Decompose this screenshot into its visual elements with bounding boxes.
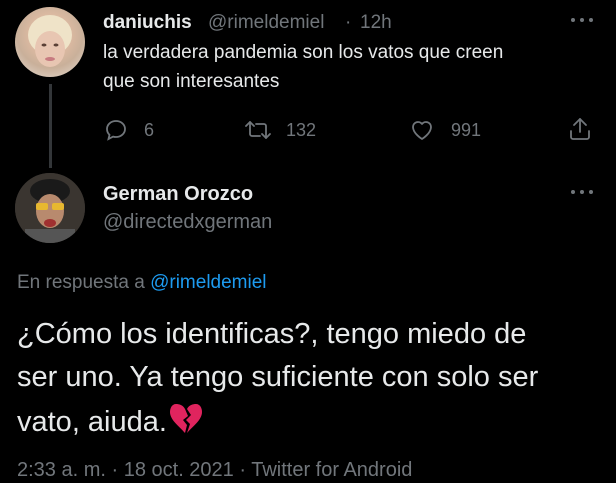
main-text-line1: ¿Cómo los identificas?, tengo miedo de — [17, 318, 527, 350]
reply-to-link[interactable]: @rimeldemiel — [150, 272, 266, 293]
thread-line — [49, 84, 52, 168]
retweet-icon[interactable] — [244, 118, 272, 142]
main-avatar[interactable] — [15, 173, 85, 243]
main-handle[interactable]: @directedxgerman — [103, 211, 272, 234]
main-text-line3: vato, aiuda. — [17, 403, 203, 443]
parent-handle[interactable]: @rimeldemiel — [208, 12, 324, 34]
main-text-line2: ser uno. Ya tengo suficiente con solo se… — [17, 361, 539, 393]
main-text-line3-text: vato, aiuda. — [17, 406, 167, 438]
parent-more-icon[interactable] — [569, 14, 595, 25]
reply-prefix: En respuesta a — [17, 272, 145, 293]
parent-avatar[interactable] — [15, 7, 85, 77]
parent-time[interactable]: 12h — [360, 12, 392, 34]
main-display-name[interactable]: German Orozco — [103, 183, 253, 206]
main-timestamp[interactable]: 2:33 a. m. · 18 oct. 2021 · Twitter for … — [17, 459, 412, 482]
main-more-icon[interactable] — [569, 186, 595, 197]
parent-text-line2: que son interesantes — [103, 71, 280, 92]
parent-separator: · — [345, 12, 352, 33]
share-icon[interactable] — [568, 116, 592, 142]
like-count: 991 — [451, 120, 482, 140]
heart-icon[interactable] — [409, 118, 435, 142]
parent-display-name[interactable]: daniuchis — [103, 12, 192, 34]
reply-icon[interactable] — [104, 118, 128, 142]
reply-count: 6 — [144, 120, 155, 140]
parent-text-line1: la verdadera pandemia son los vatos que … — [103, 42, 504, 63]
retweet-count: 132 — [286, 120, 317, 140]
reply-context: En respuesta a @rimeldemiel — [17, 272, 267, 294]
broken-heart-icon — [169, 403, 203, 443]
